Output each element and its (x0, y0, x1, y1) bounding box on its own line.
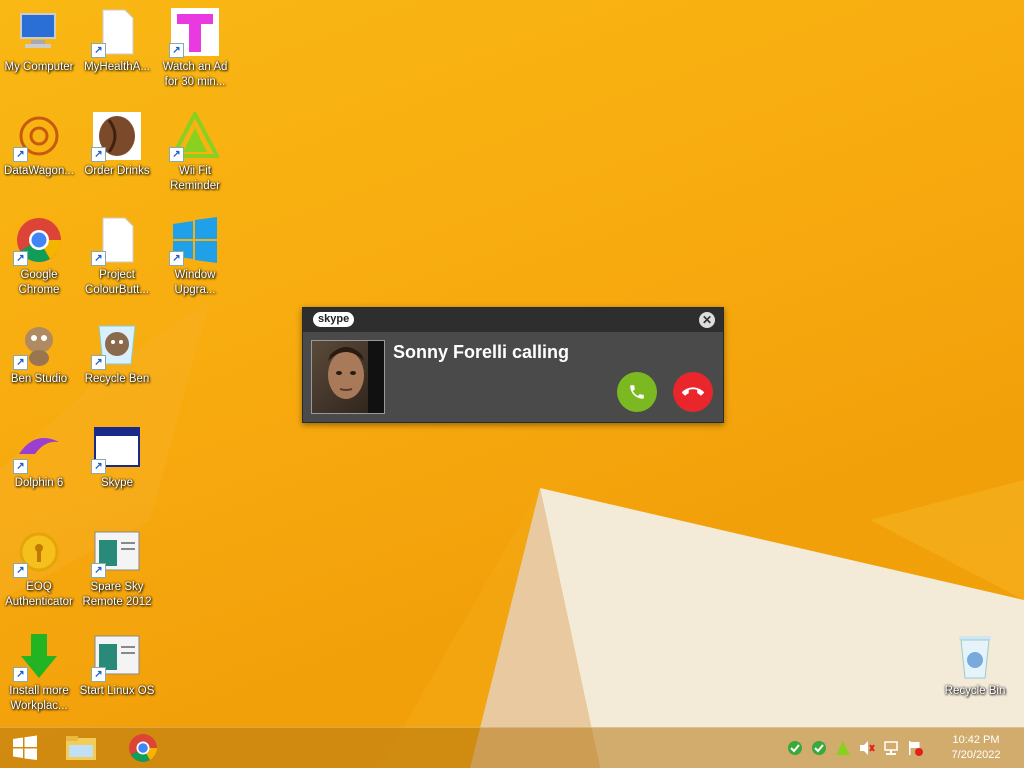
desktop-icon-google-chrome[interactable]: ↗ Google Chrome (0, 210, 78, 310)
caller-avatar (311, 340, 385, 414)
shortcut-arrow-icon: ↗ (13, 147, 28, 162)
accept-call-button[interactable] (617, 372, 657, 412)
desktop-icon-ben-studio[interactable]: ↗ Ben Studio (0, 314, 78, 414)
desktop-icon-label: Google Chrome (18, 269, 60, 296)
desktop-icon-order-drinks[interactable]: ↗ Order Drinks (78, 106, 156, 206)
desktop-icon-label: Recycle Bin (944, 685, 1006, 697)
shortcut-arrow-icon: ↗ (169, 251, 184, 266)
desktop-icon-label: Dolphin 6 (14, 477, 64, 489)
desktop-icon-my-computer[interactable]: My Computer (0, 2, 78, 102)
application-window-icon: ↗ (91, 528, 141, 578)
green-check-shield-icon[interactable] (810, 739, 828, 757)
document-icon: ↗ (91, 8, 141, 58)
shortcut-arrow-icon: ↗ (13, 251, 28, 266)
network-icon[interactable] (882, 739, 900, 757)
volume-muted-icon[interactable] (858, 739, 876, 757)
shortcut-arrow-icon: ↗ (13, 667, 28, 682)
desktop-icon-wii-fit-reminder[interactable]: ↗ Wii Fit Reminder (156, 106, 234, 206)
gear-icon: ↗ (13, 528, 63, 578)
chrome-taskbar-button[interactable] (120, 728, 166, 768)
desktop-icon-skype[interactable]: ↗ Skype (78, 418, 156, 518)
clock-date: 7/20/2022 (951, 749, 1001, 761)
desktop-icon-project-colourbutt[interactable]: ↗ Project ColourButt... (78, 210, 156, 310)
application-window-icon: ↗ (91, 632, 141, 682)
desktop-icon-label: Ben Studio (10, 373, 68, 385)
dog-icon: ↗ (13, 320, 63, 370)
action-center-flag-icon[interactable] (906, 739, 924, 757)
document-icon: ↗ (91, 216, 141, 266)
shortcut-arrow-icon: ↗ (169, 43, 184, 58)
windows-logo-icon: ↗ (169, 216, 219, 266)
skype-incoming-call-popup: skype ✕ Sonny Forelli calling (302, 307, 724, 423)
desktop-icon-label: MyHealthA... (84, 61, 150, 73)
shortcut-arrow-icon: ↗ (91, 459, 106, 474)
chrome-icon: ↗ (13, 216, 63, 266)
clock-time: 10:42 PM (952, 734, 1000, 746)
start-button[interactable] (0, 728, 50, 768)
desktop-icon-start-linux-os[interactable]: ↗ Start Linux OS (78, 626, 156, 726)
shortcut-arrow-icon: ↗ (91, 355, 106, 370)
window-icon: ↗ (91, 424, 141, 474)
desktop-icon-watch-an-ad[interactable]: ↗ Watch an Ad for 30 min... (156, 2, 234, 102)
triangle-tray-icon[interactable] (834, 739, 852, 757)
shortcut-arrow-icon: ↗ (169, 147, 184, 162)
windows-logo-icon (13, 735, 37, 760)
desktop-icon-label: Install more Workplac... (9, 685, 69, 712)
hang-up-icon (682, 387, 704, 396)
desktop-icon-label: Start Linux OS (79, 685, 155, 697)
desktop-icon-recycle-ben[interactable]: ↗ Recycle Ben (78, 314, 156, 414)
recycle-ben-icon: ↗ (91, 320, 141, 370)
recycle-bin-icon (951, 632, 999, 680)
desktop-icon-install-workplace[interactable]: ↗ Install more Workplac... (0, 626, 78, 726)
letter-t-icon: ↗ (169, 8, 219, 58)
desktop-icon-eoq-authenticator[interactable]: ↗ EOQ Authenticator (0, 522, 78, 622)
desktop-icon-label: Wii Fit Reminder (170, 165, 220, 192)
desktop-icon-recycle-bin[interactable]: Recycle Bin (936, 626, 1014, 726)
desktop-icon-label: Window Upgra... (174, 269, 216, 296)
datawagon-icon: ↗ (13, 112, 63, 162)
desktop-icon-datawagon[interactable]: ↗ DataWagon... (0, 106, 78, 206)
system-tray: 10:42 PM 7/20/2022 (780, 728, 1016, 768)
caller-name: Sonny Forelli calling (393, 342, 570, 362)
coffee-bean-icon: ↗ (91, 112, 141, 162)
desktop-icon-myhealth[interactable]: ↗ MyHealthA... (78, 2, 156, 102)
taskbar-clock[interactable]: 10:42 PM 7/20/2022 (936, 733, 1016, 763)
folder-icon (66, 736, 96, 760)
desktop-icon-label: Watch an Ad for 30 min... (162, 61, 228, 88)
file-explorer-taskbar-button[interactable] (58, 728, 104, 768)
phone-icon (630, 385, 644, 399)
desktop-icon-label: My Computer (4, 61, 74, 73)
shortcut-arrow-icon: ↗ (91, 251, 106, 266)
desktop-icon-label: Recycle Ben (84, 373, 150, 385)
shortcut-arrow-icon: ↗ (13, 459, 28, 474)
desktop-icon-window-upgrade[interactable]: ↗ Window Upgra... (156, 210, 234, 310)
skype-logo: skype (313, 312, 355, 327)
desktop-icon-spare-sky-remote[interactable]: ↗ Spare Sky Remote 2012 (78, 522, 156, 622)
green-check-shield-icon[interactable] (786, 739, 804, 757)
dolphin-icon: ↗ (13, 424, 63, 474)
desktop-icon-label: EOQ Authenticator (5, 581, 73, 608)
desktop-icon-label: Spare Sky Remote 2012 (82, 581, 152, 608)
shortcut-arrow-icon: ↗ (13, 563, 28, 578)
chrome-icon (129, 734, 157, 762)
triangle-icon: ↗ (169, 109, 221, 162)
download-arrow-icon: ↗ (13, 632, 63, 682)
close-icon[interactable]: ✕ (699, 312, 715, 328)
taskbar: 10:42 PM 7/20/2022 (0, 727, 1024, 768)
desktop-icon-label: Skype (101, 477, 133, 489)
desktop-icon-label: DataWagon... (4, 165, 74, 177)
popup-title-bar: skype ✕ (303, 308, 723, 332)
desktop-icon-label: Order Drinks (84, 165, 150, 177)
desktop-icon-dolphin[interactable]: ↗ Dolphin 6 (0, 418, 78, 518)
shortcut-arrow-icon: ↗ (91, 43, 106, 58)
shortcut-arrow-icon: ↗ (91, 147, 106, 162)
desktop-icon-label: Project ColourButt... (85, 269, 149, 296)
shortcut-arrow-icon: ↗ (13, 355, 28, 370)
shortcut-arrow-icon: ↗ (91, 667, 106, 682)
shortcut-arrow-icon: ↗ (91, 563, 106, 578)
computer-icon (15, 8, 63, 56)
decline-call-button[interactable] (673, 372, 713, 412)
